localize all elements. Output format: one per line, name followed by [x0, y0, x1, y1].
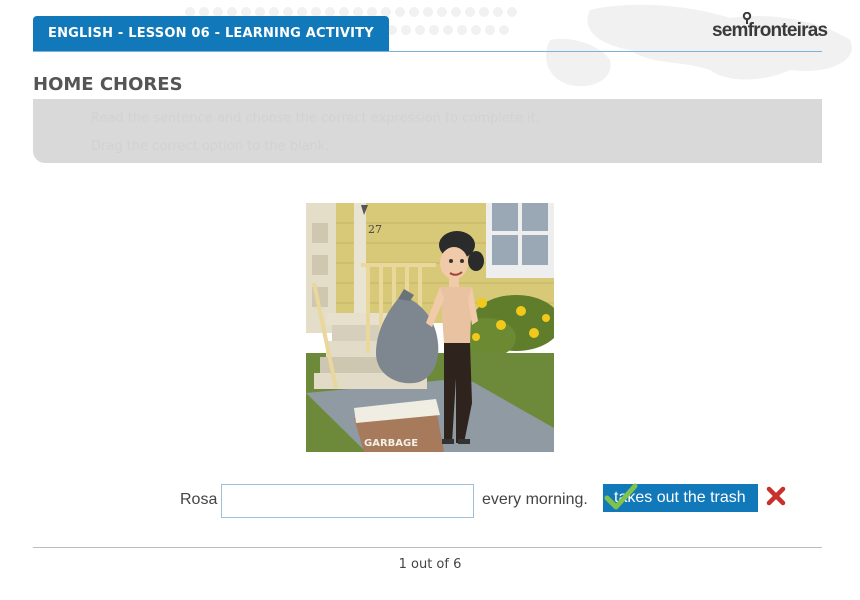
instruction-line-1: Read the sentence and choose the correct… [91, 111, 540, 126]
semfronteiras-logo: semfronteiras [712, 12, 828, 42]
sentence-prefix: Rosa [180, 491, 218, 508]
exercise-row: Rosa every morning. takes out the trash [0, 482, 860, 518]
location-pin-icon [742, 12, 752, 24]
lesson-header-tab: ENGLISH - LESSON 06 - LEARNING ACTIVITY [33, 16, 389, 52]
pager-indicator: 1 out of 6 [398, 557, 462, 572]
checkmark-icon [604, 483, 638, 510]
page-title: HOME CHORES [33, 74, 183, 95]
instruction-box: Read the sentence and choose the correct… [33, 99, 822, 163]
garbage-label: GARBAGE [364, 438, 418, 449]
footer-divider [33, 547, 822, 548]
house-number: 27 [368, 223, 382, 236]
header-divider [33, 51, 822, 52]
sentence-suffix: every morning. [482, 491, 588, 508]
answer-input[interactable] [221, 484, 474, 518]
logo-text: semfronteiras [712, 20, 828, 41]
close-icon[interactable] [766, 486, 786, 506]
activity-illustration: 27 GARBAGE [306, 203, 554, 452]
instruction-line-2: Drag the correct option to the blank. [91, 139, 330, 154]
